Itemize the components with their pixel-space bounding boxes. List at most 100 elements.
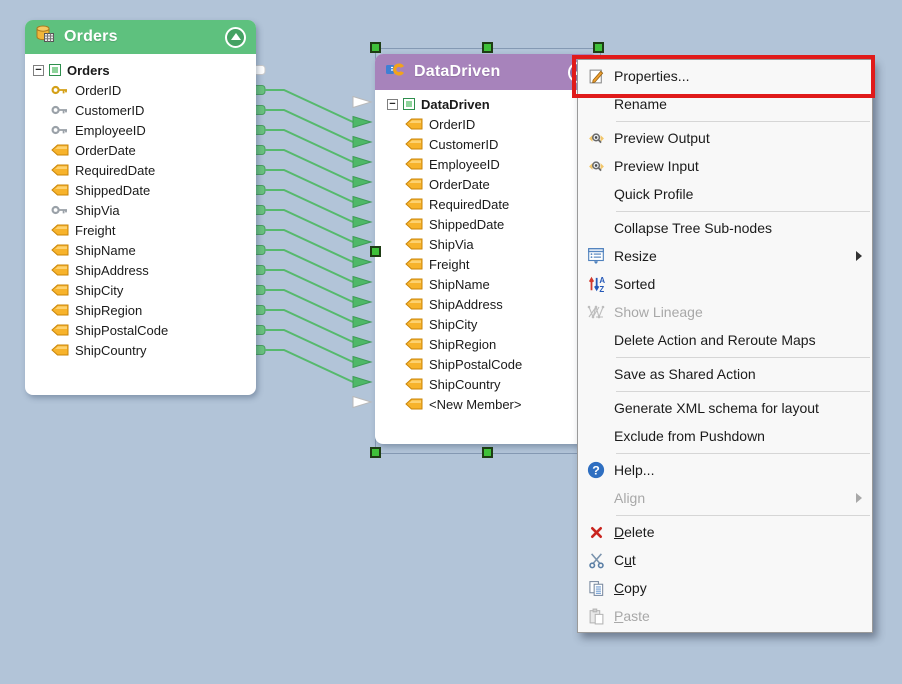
menu-item-delete-action-and-reroute-maps[interactable]: Delete Action and Reroute Maps xyxy=(578,326,872,354)
field-label: ShipAddress xyxy=(429,297,503,312)
orders-field-shipcountry[interactable]: ShipCountry xyxy=(51,340,256,360)
field-label: ShipCountry xyxy=(429,377,501,392)
database-table-icon xyxy=(35,25,55,49)
menu-item-delete[interactable]: Delete xyxy=(578,518,872,546)
menu-item-preview-output[interactable]: Preview Output xyxy=(578,124,872,152)
orders-field-shipregion[interactable]: ShipRegion xyxy=(51,300,256,320)
collapse-button[interactable] xyxy=(225,27,246,48)
datadriven-node-title: DataDriven xyxy=(414,63,568,81)
menu-item-label: Cut xyxy=(614,552,872,568)
menu-item-label: Properties... xyxy=(614,68,872,84)
expander-minus-icon[interactable]: − xyxy=(387,99,398,110)
tag-icon xyxy=(51,224,69,236)
datadriven-field-shipcountry[interactable]: ShipCountry xyxy=(405,374,599,394)
key-silver-icon xyxy=(51,204,69,216)
field-label: <New Member> xyxy=(429,397,521,412)
menu-item-quick-profile[interactable]: Quick Profile xyxy=(578,180,872,208)
menu-item-label: Quick Profile xyxy=(614,186,872,202)
selection-handle[interactable] xyxy=(370,447,381,458)
menu-item-exclude-from-pushdown[interactable]: Exclude from Pushdown xyxy=(578,422,872,450)
datadriven-field-employeeid[interactable]: EmployeeID xyxy=(405,154,599,174)
orders-field-shipcity[interactable]: ShipCity xyxy=(51,280,256,300)
datadriven-field-requireddate[interactable]: RequiredDate xyxy=(405,194,599,214)
field-label: ShippedDate xyxy=(75,183,150,198)
orders-field-employeeid[interactable]: EmployeeID xyxy=(51,120,256,140)
selection-handle[interactable] xyxy=(482,447,493,458)
help-icon: ? xyxy=(578,461,614,479)
menu-item-label: Resize xyxy=(614,248,856,264)
menu-item-label: Preview Input xyxy=(614,158,872,174)
orders-tree-root[interactable]: −Orders xyxy=(33,60,256,80)
orders-field-requireddate[interactable]: RequiredDate xyxy=(51,160,256,180)
datadriven-field-shippostalcode[interactable]: ShipPostalCode xyxy=(405,354,599,374)
field-label: RequiredDate xyxy=(75,163,155,178)
datadriven-field-shipname[interactable]: ShipName xyxy=(405,274,599,294)
orders-field-customerid[interactable]: CustomerID xyxy=(51,100,256,120)
menu-item-resize[interactable]: Resize xyxy=(578,242,872,270)
field-label: CustomerID xyxy=(429,137,498,152)
scissors-icon xyxy=(578,552,614,569)
table-node-icon xyxy=(49,64,61,76)
orders-field-shipaddress[interactable]: ShipAddress xyxy=(51,260,256,280)
menu-item-sorted[interactable]: AZSorted xyxy=(578,270,872,298)
datadriven-tree-root[interactable]: −DataDriven xyxy=(387,94,599,114)
datadriven-field-shipcity[interactable]: ShipCity xyxy=(405,314,599,334)
selection-handle[interactable] xyxy=(593,42,604,53)
paste-icon xyxy=(578,608,614,625)
datadriven-node[interactable]: DataDriven −DataDrivenOrderID CustomerID E… xyxy=(375,54,599,444)
orders-field-orderdate[interactable]: OrderDate xyxy=(51,140,256,160)
orders-field-shipvia[interactable]: ShipVia xyxy=(51,200,256,220)
menu-item-label: Help... xyxy=(614,462,872,478)
selection-handle[interactable] xyxy=(370,246,381,257)
datadriven-field-freight[interactable]: Freight xyxy=(405,254,599,274)
tag-icon xyxy=(51,304,69,316)
datadriven-field-shipvia[interactable]: ShipVia xyxy=(405,234,599,254)
svg-text:Z: Z xyxy=(599,285,604,293)
menu-item-cut[interactable]: Cut xyxy=(578,546,872,574)
selection-handle[interactable] xyxy=(482,42,493,53)
datadriven-field-shipaddress[interactable]: ShipAddress xyxy=(405,294,599,314)
datadriven-action-icon xyxy=(385,62,405,82)
orders-field-freight[interactable]: Freight xyxy=(51,220,256,240)
tag-icon xyxy=(405,138,423,150)
menu-separator xyxy=(616,515,870,516)
menu-item-copy[interactable]: Copy xyxy=(578,574,872,602)
field-label: ShipCity xyxy=(429,317,477,332)
orders-field-shippeddate[interactable]: ShippedDate xyxy=(51,180,256,200)
tag-icon xyxy=(405,178,423,190)
datadriven-field-new-member[interactable]: <New Member> xyxy=(405,394,599,414)
datadriven-node-header[interactable]: DataDriven xyxy=(375,54,599,90)
menu-item-label: Save as Shared Action xyxy=(614,366,872,382)
tag-icon xyxy=(405,198,423,210)
menu-item-label: Generate XML schema for layout xyxy=(614,400,872,416)
datadriven-field-customerid[interactable]: CustomerID xyxy=(405,134,599,154)
orders-field-orderid[interactable]: OrderID xyxy=(51,80,256,100)
datadriven-field-shippeddate[interactable]: ShippedDate xyxy=(405,214,599,234)
menu-item-show-lineage: Show Lineage xyxy=(578,298,872,326)
submenu-arrow-icon xyxy=(856,251,862,261)
datadriven-field-orderdate[interactable]: OrderDate xyxy=(405,174,599,194)
orders-field-shipname[interactable]: ShipName xyxy=(51,240,256,260)
datadriven-field-orderid[interactable]: OrderID xyxy=(405,114,599,134)
tag-icon xyxy=(405,158,423,170)
menu-item-collapse-tree-sub-nodes[interactable]: Collapse Tree Sub-nodes xyxy=(578,214,872,242)
datadriven-field-shipregion[interactable]: ShipRegion xyxy=(405,334,599,354)
menu-item-label: Copy xyxy=(614,580,872,596)
expander-minus-icon[interactable]: − xyxy=(33,65,44,76)
lineage-icon xyxy=(578,304,614,320)
menu-item-generate-xml-schema-for-layout[interactable]: Generate XML schema for layout xyxy=(578,394,872,422)
orders-node-header[interactable]: Orders xyxy=(25,20,256,54)
selection-handle[interactable] xyxy=(370,42,381,53)
orders-node[interactable]: Orders −OrdersOrderIDCustomerIDEmployeeI… xyxy=(25,20,256,395)
tag-icon xyxy=(405,258,423,270)
menu-item-preview-input[interactable]: Preview Input xyxy=(578,152,872,180)
orders-node-title: Orders xyxy=(64,28,225,46)
menu-item-rename[interactable]: Rename xyxy=(578,90,872,118)
menu-item-properties[interactable]: Properties... xyxy=(578,62,872,90)
properties-icon xyxy=(578,68,614,85)
field-label: ShipName xyxy=(75,243,136,258)
tag-icon xyxy=(405,358,423,370)
orders-field-shippostalcode[interactable]: ShipPostalCode xyxy=(51,320,256,340)
menu-item-help[interactable]: ?Help... xyxy=(578,456,872,484)
menu-item-save-as-shared-action[interactable]: Save as Shared Action xyxy=(578,360,872,388)
